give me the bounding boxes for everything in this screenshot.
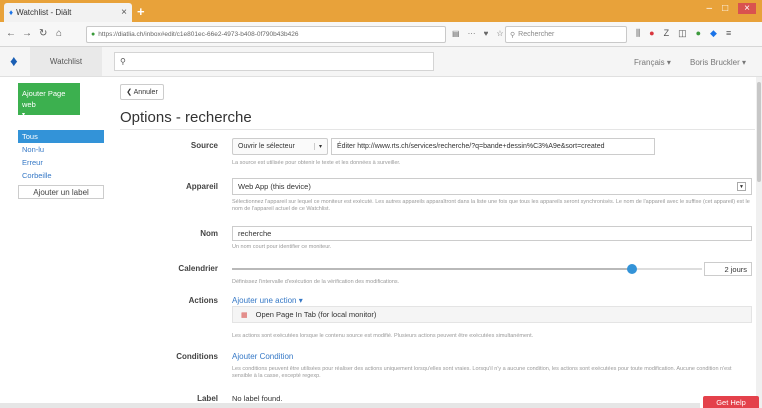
extension-blue-icon[interactable]: ◆	[710, 28, 717, 39]
close-window-icon[interactable]: ×	[738, 3, 756, 14]
get-help-button[interactable]: Get Help	[703, 396, 759, 408]
user-menu[interactable]: Boris Bruckler ▾	[690, 58, 746, 67]
chevron-down-icon: ▾	[22, 111, 26, 118]
toolbar-icons: ⫼ ● Z ◫ ● ◆ ≡	[636, 28, 731, 39]
slider-fill	[232, 268, 632, 270]
droplet-icon: ♦	[9, 8, 14, 17]
sidebar: Tous Non-lu Erreur Corbeille Ajouter un …	[18, 130, 104, 199]
forward-icon[interactable]: →	[22, 28, 32, 39]
reader-icon[interactable]: ▤	[452, 29, 460, 38]
home-icon[interactable]: ⌂	[56, 28, 62, 39]
action-item-label: Open Page In Tab (for local monitor)	[255, 310, 377, 319]
device-select[interactable]: Web App (this device) ▼	[232, 178, 752, 195]
browser-search-input[interactable]: ⚲ Rechercher	[505, 26, 627, 43]
add-action-link[interactable]: Ajouter une action ▾	[232, 296, 303, 305]
divider	[120, 129, 755, 130]
chevron-down-icon: ▼	[737, 182, 746, 191]
label-value: No label found.	[232, 394, 283, 403]
browser-nav-bar: ← → ↻ ⌂ ● https://diatlia.ch/inbox#edit/…	[0, 22, 762, 47]
actions-help: Les actions sont exécutées lorsque le co…	[232, 333, 534, 339]
pocket-icon[interactable]: ♥	[484, 29, 489, 38]
app-name[interactable]: Watchlist	[30, 47, 102, 76]
conditions-label: Conditions	[176, 352, 218, 361]
tab-title: Watchlist - Diält	[16, 8, 72, 17]
app-search-input[interactable]: ⚲	[114, 52, 434, 71]
app-header: ♦ Watchlist ⚲ Français ▾ Boris Bruckler …	[0, 47, 762, 77]
extension-red-icon[interactable]: ●	[649, 28, 654, 39]
schedule-slider[interactable]	[232, 264, 702, 274]
name-help: Un nom court pour identifier ce moniteur…	[232, 244, 332, 250]
device-label: Appareil	[185, 182, 218, 191]
maximize-icon[interactable]: □	[722, 3, 728, 14]
library-icon[interactable]: ⫼	[636, 28, 640, 39]
sidebar-item-non-lu[interactable]: Non-lu	[18, 143, 104, 156]
sidebar-item-erreur[interactable]: Erreur	[18, 156, 104, 169]
minimize-icon[interactable]: –	[707, 3, 713, 14]
sidebar-item-tous[interactable]: Tous	[18, 130, 104, 143]
chevron-down-icon[interactable]: ▾	[313, 143, 322, 150]
slider-handle[interactable]	[626, 264, 637, 274]
zotero-icon[interactable]: Z	[664, 28, 670, 39]
action-item: ▦ Open Page In Tab (for local monitor)	[232, 306, 752, 323]
name-field[interactable]: recherche	[232, 226, 752, 241]
trash-icon[interactable]: ▦	[241, 311, 248, 319]
cancel-button[interactable]: ❮ Annuler	[120, 84, 164, 100]
page-title: Options - recherche	[120, 109, 252, 126]
search-icon: ⚲	[120, 57, 126, 66]
url-text: https://diatlia.ch/inbox#edit/c1e801ec-6…	[98, 31, 299, 38]
add-label-button[interactable]: Ajouter un label	[18, 185, 104, 199]
sync-icon[interactable]: ◫	[678, 28, 687, 39]
bookmark-icon[interactable]: ☆	[496, 29, 503, 38]
schedule-label: Calendrier	[178, 264, 218, 273]
menu-icon[interactable]: ≡	[726, 28, 731, 39]
add-page-button[interactable]: Ajouter Page web ▾	[18, 83, 80, 118]
conditions-help: Les conditions peuvent être utilisées po…	[232, 366, 732, 380]
window-controls: – □ ×	[707, 3, 756, 14]
schedule-help: Définissez l'intervalle d'exécution de l…	[232, 279, 400, 285]
add-page-label: Ajouter Page web	[22, 89, 66, 110]
source-help: La source est utilisée pour obtenir le t…	[232, 160, 401, 166]
open-selector-button[interactable]: Ouvrir le sélecteur ▾	[232, 138, 328, 155]
source-url-field[interactable]: Éditer http://www.rts.ch/services/recher…	[331, 138, 655, 155]
url-bar[interactable]: ● https://diatlia.ch/inbox#edit/c1e801ec…	[86, 26, 446, 43]
browser-tab-bar: ♦ Watchlist - Diält × + – □ ×	[0, 0, 762, 22]
label-field-label: Label	[197, 394, 218, 403]
horizontal-scrollbar[interactable]	[0, 403, 700, 408]
url-bar-icons: ▤ ··· ♥ ☆	[452, 29, 503, 38]
schedule-value[interactable]: 2 jours	[704, 262, 752, 276]
droplet-logo-icon[interactable]: ♦	[10, 53, 18, 70]
add-condition-link[interactable]: Ajouter Condition	[232, 352, 293, 361]
open-selector-label: Ouvrir le sélecteur	[238, 143, 295, 150]
actions-label: Actions	[188, 296, 218, 305]
device-value: Web App (this device)	[238, 182, 311, 191]
reload-icon[interactable]: ↻	[39, 28, 47, 39]
browser-tab[interactable]: ♦ Watchlist - Diält ×	[4, 3, 132, 22]
lock-icon: ●	[91, 31, 96, 38]
more-icon[interactable]: ···	[468, 29, 476, 38]
source-label: Source	[190, 141, 218, 150]
sidebar-item-corbeille[interactable]: Corbeille	[18, 169, 104, 182]
extension-green-icon[interactable]: ●	[696, 28, 701, 39]
close-tab-icon[interactable]: ×	[121, 7, 127, 18]
language-selector[interactable]: Français ▾	[634, 58, 671, 67]
device-help: Sélectionnez l'appareil sur lequel ce mo…	[232, 199, 750, 213]
search-placeholder: Rechercher	[518, 31, 555, 38]
back-icon[interactable]: ←	[6, 28, 16, 39]
scrollbar-thumb[interactable]	[757, 82, 761, 182]
name-label: Nom	[200, 229, 218, 238]
new-tab-icon[interactable]: +	[137, 4, 145, 19]
search-icon: ⚲	[510, 31, 516, 39]
